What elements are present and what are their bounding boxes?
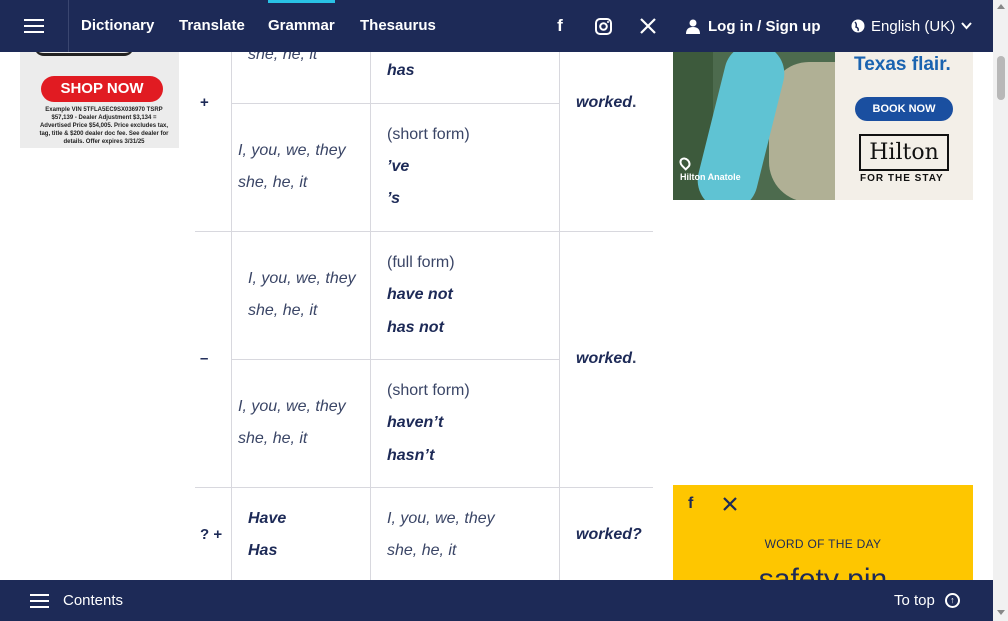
scroll-up-icon[interactable] [997,4,1005,9]
login-link[interactable]: Log in / Sign up [686,0,820,52]
ad-tagline: FOR THE STAY [860,173,944,184]
car-image [34,52,134,56]
top-navigation-bar: Dictionary Translate Grammar Thesaurus f… [0,0,993,52]
aux-have: Have [248,510,287,527]
pronouns-plural: I, you, we, they [387,510,495,527]
aux-hasnt: hasn’t [387,447,435,464]
right-advertisement[interactable]: Hilton Anatole Texas flair. BOOK NOW Hil… [673,52,973,200]
contents-label: Contents [63,592,124,609]
negative-sign: – [200,350,209,367]
scroll-down-icon[interactable] [997,610,1005,615]
facebook-icon[interactable]: f [688,495,693,513]
period: . [632,94,637,111]
shop-now-button[interactable]: SHOP NOW [41,76,163,102]
x-icon[interactable] [723,497,737,516]
hilton-logo: Hilton [859,134,949,171]
instagram-icon[interactable] [593,16,613,36]
period: . [632,350,637,367]
pronouns-singular: she, he, it [238,430,308,447]
nav-thesaurus[interactable]: Thesaurus [360,0,436,52]
arrow-up-circle-icon: ↑ [944,593,960,608]
facebook-icon[interactable]: f [550,16,570,36]
pronouns-singular: she, he, it [248,302,318,319]
scroll-thumb[interactable] [997,56,1005,100]
pronouns-plural: I, you, we, they [238,398,346,415]
question-sign: ? + [200,526,223,543]
x-icon[interactable] [638,16,658,36]
verb-worked: worked. [576,350,636,368]
verb-text: worked [576,94,633,111]
to-top-button[interactable]: To top ↑ [894,580,960,621]
aux-ve: ’ve [387,158,410,175]
language-label: English (UK) [871,17,956,35]
bottom-bar: Contents To top ↑ [0,580,993,621]
ad-headline: Texas flair. [854,54,951,75]
aux-s: ’s [387,190,401,207]
ad-fine-print: Example VIN 5TFLA5EC9SX036970 TSRP $57,1… [39,107,169,145]
verb-text: worked [576,350,633,367]
verb-worked-question: worked? [576,526,642,543]
nav-grammar[interactable]: Grammar [268,0,335,52]
user-icon [686,19,700,34]
list-icon [30,593,49,608]
left-advertisement[interactable]: SHOP NOW Example VIN 5TFLA5EC9SX036970 T… [20,52,179,148]
short-form-label: (short form) [387,126,470,143]
pronouns-singular: she, he, it [387,542,457,559]
hotel-location: Hilton Anatole [680,172,741,182]
pronouns-singular: she, he, it [238,174,308,191]
positive-sign: + [200,94,209,111]
language-selector[interactable]: English (UK) [851,0,972,52]
word-of-the-day-card: f WORD OF THE DAY safety pin [673,485,973,585]
menu-button[interactable] [0,0,69,52]
aux-has: has [387,62,415,79]
aux-havent: haven’t [387,414,444,431]
aux-has-not: has not [387,319,444,336]
full-form-label: (full form) [387,254,455,271]
hotel-pool-image: Hilton Anatole [673,52,835,200]
pronouns-plural: I, you, we, they [238,142,346,159]
aux-have-not: have not [387,286,453,303]
login-label: Log in / Sign up [708,17,821,35]
page-scrollbar[interactable] [993,0,1008,621]
book-now-button[interactable]: BOOK NOW [855,97,953,121]
to-top-label: To top [894,592,935,609]
contents-button[interactable]: Contents [30,580,123,621]
chevron-down-icon [961,22,972,30]
short-form-label: (short form) [387,382,470,399]
word-of-the-day-label: WORD OF THE DAY [764,537,882,551]
aux-has: Has [248,542,278,559]
menu-icon [24,19,44,33]
pronouns-plural: I, you, we, they [248,270,356,287]
nav-dictionary[interactable]: Dictionary [81,0,154,52]
globe-icon [851,19,865,33]
verb-worked: worked. [576,94,636,112]
nav-translate[interactable]: Translate [179,0,245,52]
